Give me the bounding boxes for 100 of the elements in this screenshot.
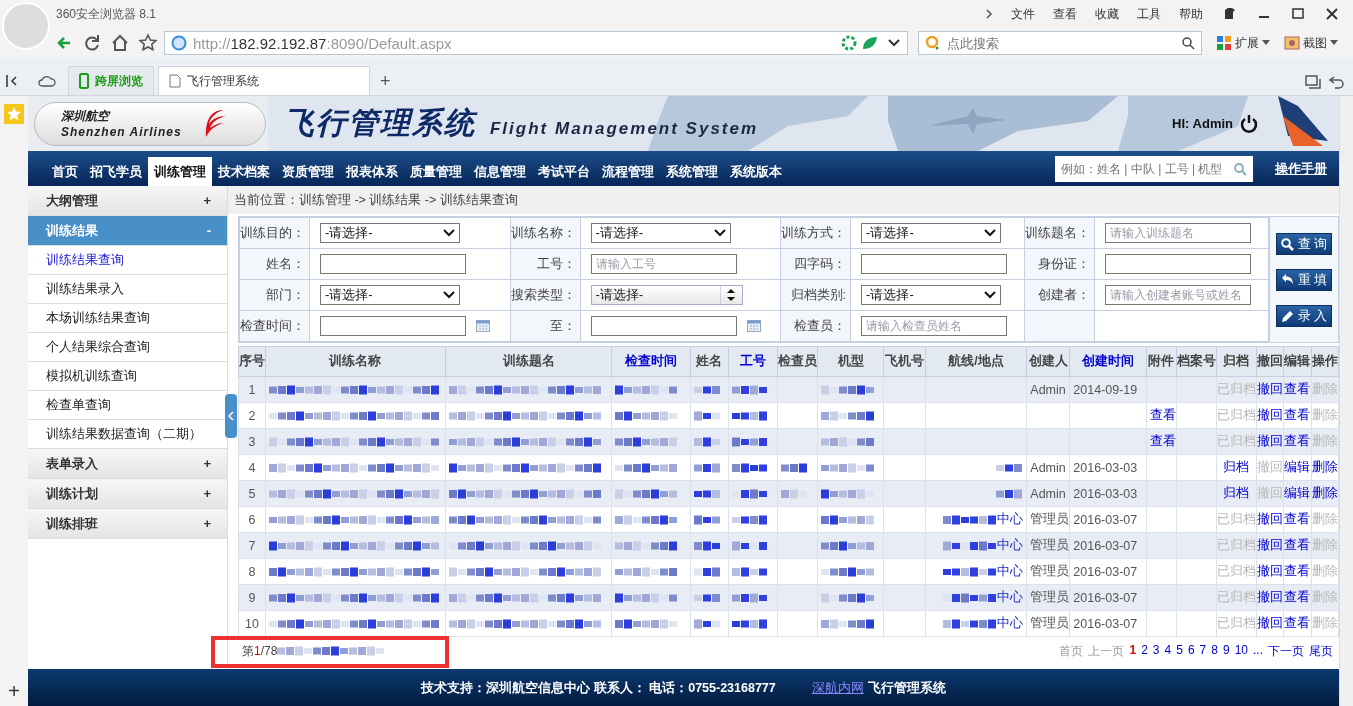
input-field[interactable]: 请输入创建者账号或姓名	[1105, 285, 1251, 305]
nav-tab[interactable]: 资质管理	[276, 157, 340, 186]
input-field[interactable]: 请输入检查员姓名	[861, 316, 1008, 336]
menu-item[interactable]: 文件	[1011, 5, 1035, 23]
field-label: 检查员：	[794, 318, 847, 333]
nav-tab[interactable]: 信息管理	[468, 157, 532, 186]
menu-item[interactable]: 工具	[1137, 5, 1161, 23]
table-cell: Admin	[1030, 382, 1066, 397]
pixelated-text-drawing	[781, 488, 809, 501]
dropdown[interactable]: -请选择-	[590, 223, 731, 243]
form-button[interactable]: 重 填	[1276, 269, 1332, 291]
nav-tab[interactable]: 系统版本	[724, 157, 788, 186]
table-cell: 2016-03-03	[1073, 486, 1138, 501]
table-cell: 2016-03-07	[1073, 564, 1138, 579]
input-field[interactable]	[1105, 254, 1251, 274]
add-button[interactable]: +	[8, 680, 20, 703]
search-field[interactable]: 点此搜索	[918, 31, 1202, 55]
form-button[interactable]: 查 询	[1276, 233, 1332, 255]
pixelated-text-drawing	[731, 618, 768, 631]
nav-tab[interactable]: 质量管理	[404, 157, 468, 186]
row-number: 5	[248, 486, 256, 501]
calendar-icon[interactable]	[476, 320, 490, 332]
tabs-icon[interactable]	[1305, 75, 1321, 89]
calendar-icon[interactable]	[746, 320, 761, 332]
menu-item[interactable]: 收藏	[1095, 5, 1119, 23]
page-link[interactable]: 5	[1176, 642, 1183, 660]
power-icon[interactable]	[1239, 113, 1259, 134]
row-number: 6	[248, 512, 256, 527]
search-icon[interactable]	[1181, 36, 1195, 50]
scrollbar[interactable]	[1339, 96, 1353, 706]
globe-icon	[171, 35, 187, 51]
page-icon	[169, 74, 181, 88]
undo-icon[interactable]	[1329, 75, 1345, 89]
nav-tab[interactable]: 报表体系	[340, 157, 404, 186]
sidebar-group[interactable]: 表单录入 +	[28, 449, 227, 479]
page-link[interactable]: 4	[1164, 642, 1172, 660]
page-link[interactable]: 8	[1211, 642, 1218, 660]
nav-tab[interactable]: 训练管理	[148, 157, 212, 186]
pixelated-text-drawing	[615, 540, 679, 553]
sidebar-group[interactable]: 训练排班 +	[28, 509, 227, 539]
logo: 深圳航空 Shenzhen Airlines	[34, 101, 266, 146]
caret-icon	[1262, 40, 1270, 46]
column-header: 创建人	[1028, 354, 1068, 368]
page-link[interactable]: 2	[1141, 642, 1148, 660]
dropdown[interactable]: -请选择-	[590, 285, 743, 305]
nav-tab[interactable]: 招飞学员	[84, 157, 148, 186]
pixelated-text-drawing	[821, 410, 876, 423]
dropdown[interactable]: -请选择-	[861, 223, 1002, 243]
form-button[interactable]: 录 入	[1276, 305, 1332, 327]
sidebar-item[interactable]: 个人结果综合查询	[28, 333, 227, 362]
footer-link[interactable]: 深航内网	[811, 679, 864, 697]
sidebar-item[interactable]: 训练结果录入	[28, 275, 227, 304]
nav-tab[interactable]: 技术档案	[212, 157, 276, 186]
address-field[interactable]: http://182.92.192.87:8090/Default.aspx	[164, 31, 908, 55]
input-field[interactable]	[320, 254, 466, 274]
date-field[interactable]	[320, 316, 466, 336]
page-link[interactable]: 下一页	[1268, 642, 1304, 660]
input-field[interactable]	[861, 254, 1008, 274]
menu-item[interactable]: 帮助	[1179, 5, 1203, 23]
page-link[interactable]: 6	[1187, 642, 1195, 660]
new-tab-button[interactable]: +	[374, 67, 397, 95]
manual-link[interactable]: 操作手册	[1275, 159, 1327, 178]
caret-icon[interactable]	[887, 38, 901, 48]
sidebar-group[interactable]: 大纲管理 +	[28, 186, 227, 216]
page-link[interactable]: 9	[1222, 642, 1230, 660]
date-field[interactable]	[590, 316, 737, 336]
page-link[interactable]: 尾页	[1309, 642, 1333, 660]
search-field[interactable]: 例如：姓名 | 中队 | 工号 | 机型	[1055, 155, 1253, 182]
page-link[interactable]: 3	[1152, 642, 1160, 660]
sidebar-group[interactable]: 训练计划 +	[28, 479, 227, 509]
dropdown[interactable]: -请选择-	[320, 285, 460, 305]
star-icon[interactable]	[4, 104, 24, 124]
sidebar-item[interactable]: 本场训练结果查询	[28, 304, 227, 333]
pixelated-text-drawing	[615, 436, 679, 449]
nav-tab[interactable]: 首页	[46, 157, 84, 186]
pixelated-text-drawing	[615, 618, 679, 631]
toolbar-button[interactable]: 扩展	[1216, 34, 1270, 52]
menu-item[interactable]: 查看	[1053, 5, 1077, 23]
row-number: 8	[248, 564, 256, 579]
sidebar-toggle-icon[interactable]	[6, 75, 20, 87]
sidebar-item[interactable]: 模拟机训练查询	[28, 362, 227, 391]
chevron-icon[interactable]	[985, 9, 993, 19]
nav-tab[interactable]: 流程管理	[596, 157, 660, 186]
field-label: 训练题名：	[1025, 225, 1090, 240]
nav-tab[interactable]: 系统管理	[660, 157, 724, 186]
page-info: 第1/78	[242, 642, 278, 660]
dropdown[interactable]: -请选择-	[320, 223, 460, 243]
page-link[interactable]: 7	[1199, 642, 1207, 660]
toolbar-button[interactable]: 截图	[1284, 34, 1338, 52]
page-link[interactable]: 1	[1129, 642, 1137, 660]
input-field[interactable]: 请输入工号	[590, 254, 737, 274]
dropdown[interactable]: -请选择-	[861, 285, 1002, 305]
page-link[interactable]: 10	[1234, 642, 1248, 660]
page-link[interactable]: ...	[1253, 642, 1263, 660]
sidebar-item[interactable]: 训练结果查询	[28, 246, 227, 275]
cloud-icon[interactable]	[38, 75, 56, 87]
browser-tab[interactable]: 飞行管理系统	[158, 66, 370, 95]
nav-tab[interactable]: 考试平台	[532, 157, 596, 186]
pixelated-text-drawing	[996, 488, 1024, 501]
input-field[interactable]: 请输入训练题名	[1105, 223, 1251, 243]
